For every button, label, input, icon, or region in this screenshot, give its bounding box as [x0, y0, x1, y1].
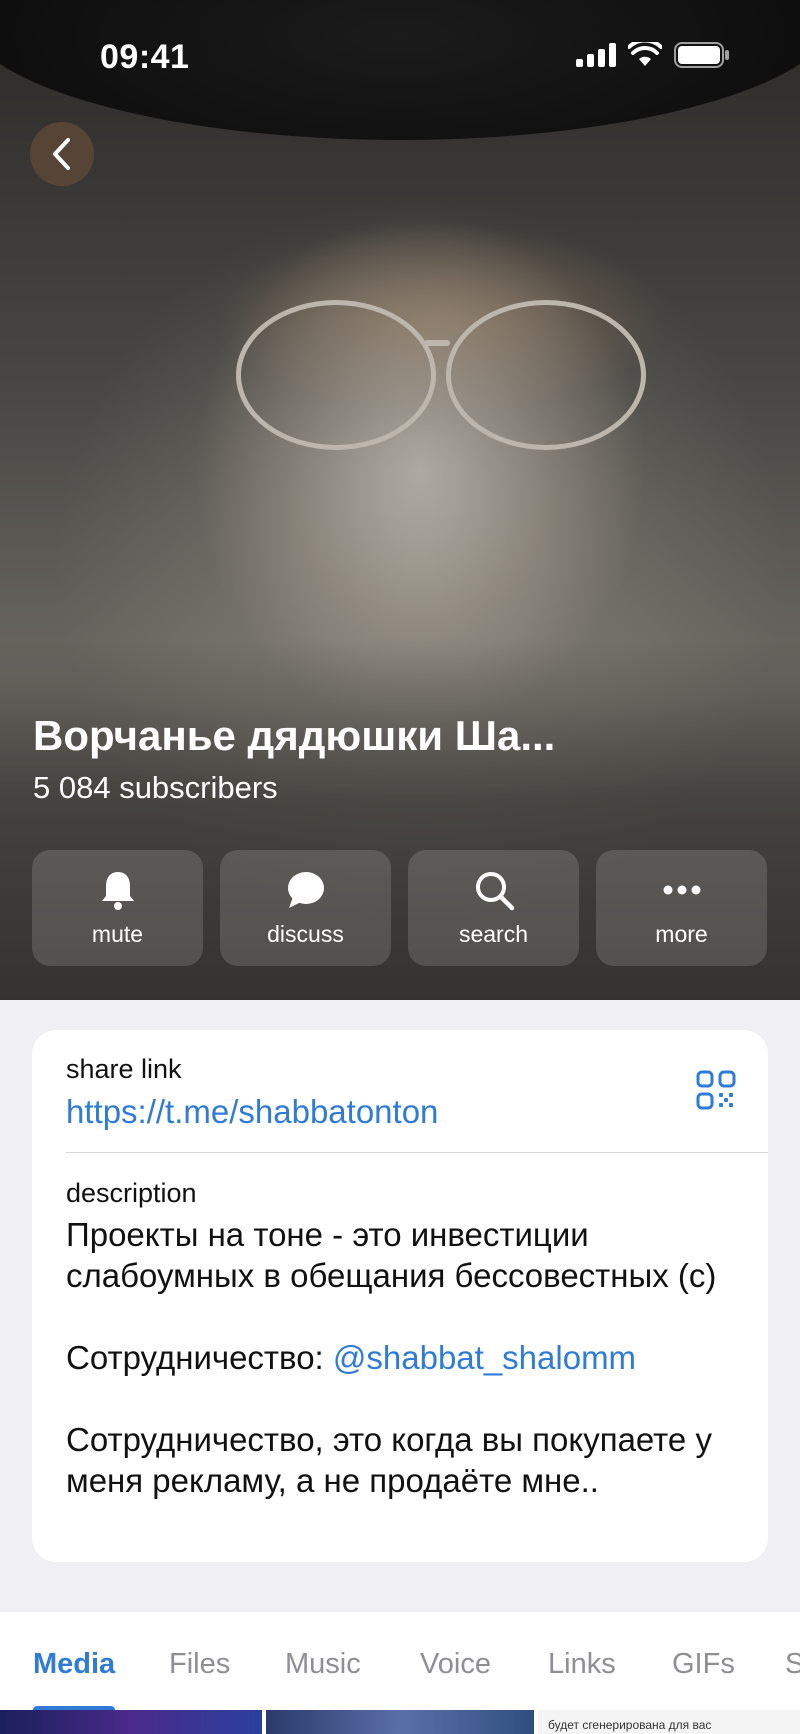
- cooperation-prefix: Сотрудничество:: [66, 1339, 333, 1376]
- discuss-button[interactable]: discuss: [220, 850, 391, 966]
- wifi-icon: [628, 42, 662, 66]
- more-dots-icon: [663, 885, 700, 894]
- media-thumbnail[interactable]: будет сгенерирована для вас: [538, 1710, 800, 1734]
- battery-icon: [674, 42, 729, 68]
- more-button[interactable]: more: [596, 850, 767, 966]
- more-label: more: [655, 920, 708, 947]
- cooperation-line: Сотрудничество: @shabbat_shalomm: [66, 1337, 746, 1378]
- cooperation-mention-link[interactable]: @shabbat_shalomm: [333, 1339, 636, 1376]
- bell-icon: [101, 871, 134, 910]
- tab-media[interactable]: Media: [33, 1648, 115, 1681]
- tab-gifs[interactable]: GIFs: [672, 1648, 735, 1681]
- tab-more[interactable]: S: [785, 1648, 800, 1681]
- glasses-bridge: [424, 340, 450, 346]
- signal-icon: [576, 43, 616, 67]
- description-text: Проекты на тоне - это инвестиции слабоум…: [66, 1214, 746, 1501]
- channel-info-card: share link https://t.me/shabbatonton des…: [32, 1030, 768, 1562]
- thumbnail-caption: будет сгенерирована для вас: [548, 1718, 712, 1732]
- media-thumbnail[interactable]: [266, 1710, 534, 1734]
- status-time: 09:41: [100, 38, 190, 76]
- tab-links[interactable]: Links: [548, 1648, 616, 1681]
- channel-title: Ворчанье дядюшки Ша...: [33, 712, 556, 759]
- qr-code-button[interactable]: [696, 1070, 736, 1115]
- media-thumbnail[interactable]: [0, 1710, 262, 1734]
- action-buttons: mute discuss search more: [32, 850, 767, 966]
- description-line: Сотрудничество, это когда вы покупаете у…: [66, 1421, 712, 1499]
- search-button[interactable]: search: [408, 850, 579, 966]
- subscriber-count: 5 084 subscribers: [33, 770, 278, 805]
- search-label: search: [458, 920, 529, 947]
- search-icon: [475, 871, 514, 910]
- tab-files[interactable]: Files: [169, 1648, 230, 1681]
- qr-code-icon: [696, 1070, 736, 1110]
- mute-button[interactable]: mute: [32, 850, 203, 966]
- share-link-label: share link: [66, 1054, 182, 1084]
- status-icons: [576, 42, 730, 68]
- glasses-right-lens: [446, 300, 646, 450]
- tab-voice[interactable]: Voice: [420, 1648, 491, 1681]
- chat-bubble-icon: [287, 871, 324, 908]
- mute-label: mute: [91, 920, 144, 947]
- description-label: description: [66, 1178, 197, 1208]
- description-line: Проекты на тоне - это инвестиции слабоум…: [66, 1216, 717, 1294]
- tab-music[interactable]: Music: [285, 1648, 361, 1681]
- back-button[interactable]: [30, 122, 94, 186]
- discuss-label: discuss: [267, 920, 344, 947]
- info-divider: [66, 1152, 768, 1153]
- chevron-left-icon: [53, 138, 70, 170]
- share-link-url[interactable]: https://t.me/shabbatonton: [66, 1093, 438, 1131]
- glasses-left-lens: [236, 300, 436, 450]
